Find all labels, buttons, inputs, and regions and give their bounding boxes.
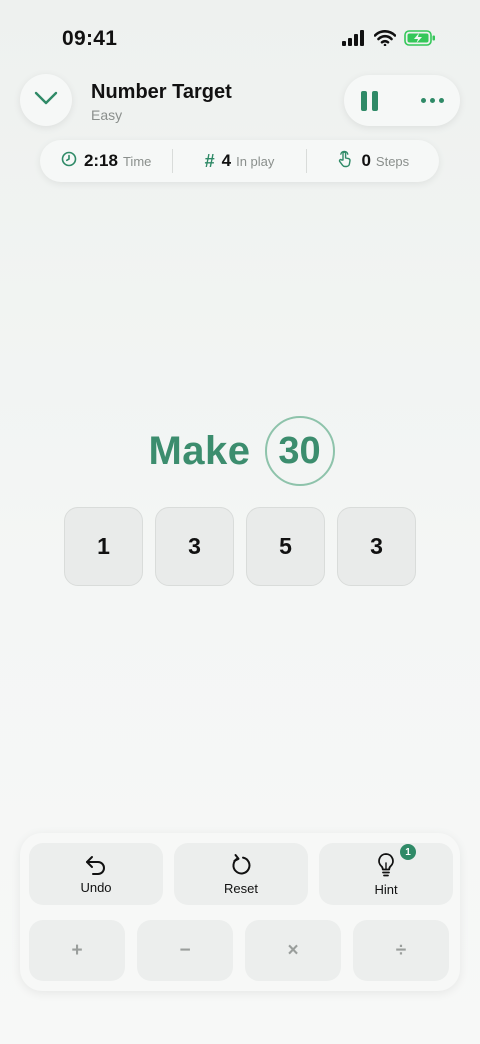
hash-icon: # — [204, 150, 215, 171]
battery-charging-icon — [404, 30, 436, 46]
reset-rotate-icon — [229, 853, 253, 877]
cellular-signal-icon — [342, 30, 366, 46]
tap-hand-icon — [336, 150, 354, 173]
divide-button[interactable]: ÷ — [353, 920, 449, 981]
steps-value: 0 — [361, 151, 371, 170]
target-number: 30 — [264, 416, 335, 486]
title-block: Number Target Easy — [91, 81, 232, 123]
stat-time: 2:18 Time — [40, 151, 172, 172]
number-tiles: 1 3 5 3 — [64, 507, 416, 586]
in-play-label: In play — [236, 153, 275, 169]
number-tile[interactable]: 3 — [155, 507, 234, 586]
operator-row: + − × ÷ — [29, 920, 449, 981]
make-label: Make — [148, 428, 251, 473]
status-time: 09:41 — [62, 27, 118, 50]
pause-icon[interactable] — [361, 90, 378, 111]
stats-bar: 2:18 Time # 4 In play 0 Steps — [40, 140, 439, 182]
hint-button[interactable]: Hint 1 — [319, 843, 453, 905]
reset-label: Reset — [224, 880, 258, 896]
hint-label: Hint — [374, 881, 398, 897]
multiply-button[interactable]: × — [245, 920, 341, 981]
collapse-button[interactable] — [20, 74, 72, 126]
hint-count-badge: 1 — [400, 844, 416, 860]
target-prompt: Make 30 — [0, 414, 480, 488]
game-title: Number Target — [91, 81, 232, 103]
action-row: Undo Reset Hint 1 — [29, 843, 453, 905]
time-label: Time — [122, 153, 152, 169]
undo-label: Undo — [80, 879, 112, 895]
in-play-value: 4 — [221, 151, 232, 170]
minus-button[interactable]: − — [137, 920, 233, 981]
wifi-icon — [374, 30, 396, 46]
steps-label: Steps — [375, 153, 410, 169]
reset-button[interactable]: Reset — [174, 843, 308, 905]
clock-icon — [61, 151, 77, 172]
lightbulb-icon — [375, 852, 397, 878]
chevron-down-icon — [34, 91, 58, 110]
status-bar: 09:41 — [0, 0, 480, 70]
plus-button[interactable]: + — [29, 920, 125, 981]
number-tile[interactable]: 1 — [64, 507, 143, 586]
stat-steps: 0 Steps — [307, 150, 439, 173]
controls-panel: Undo Reset Hint 1 + − × ÷ — [20, 833, 460, 991]
status-icons — [342, 30, 436, 46]
stat-in-play: # 4 In play — [173, 151, 305, 172]
undo-arrow-icon — [84, 854, 108, 876]
more-dots-icon[interactable] — [421, 98, 444, 103]
time-value: 2:18 — [83, 151, 118, 170]
header-actions — [344, 75, 460, 126]
difficulty-label: Easy — [91, 107, 123, 123]
undo-button[interactable]: Undo — [29, 843, 163, 905]
number-tile[interactable]: 3 — [337, 507, 416, 586]
number-tile[interactable]: 5 — [246, 507, 325, 586]
